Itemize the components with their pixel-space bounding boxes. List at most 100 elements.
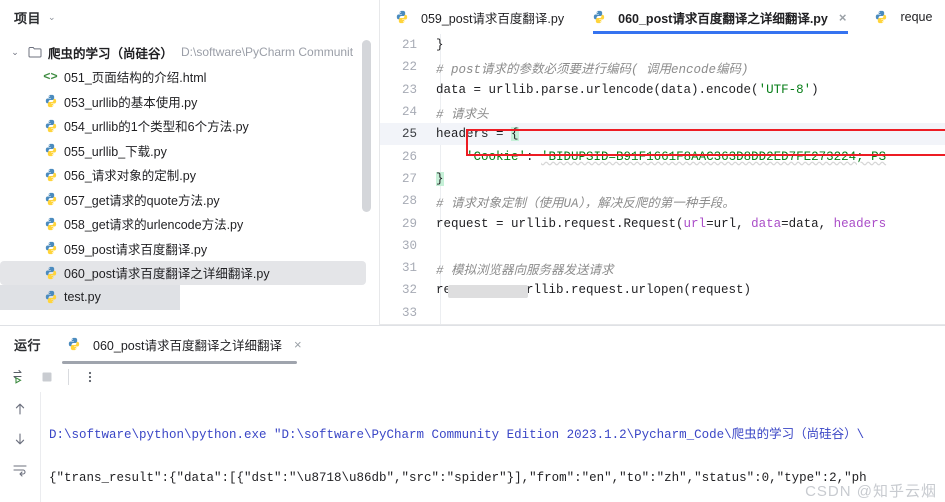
code-line: 28 # 请求对象定制（使用UA），解决反爬的第一种手段。	[380, 190, 945, 212]
scroll-up-button[interactable]	[9, 398, 31, 420]
tree-item-label: 054_urllib的1个类型和6个方法.py	[64, 120, 249, 135]
run-tool-window-header: 运行 060_post请求百度翻译之详细翻译 ×	[0, 326, 945, 364]
code-line: 21 }	[380, 34, 945, 56]
code-token: 'BIDUPSID=B91F1661F8AAC363D8DD2ED7FE2732…	[541, 149, 887, 164]
line-number: 28	[401, 194, 417, 209]
python-file-icon	[590, 9, 607, 25]
console-line: D:\software\python\python.exe "D:\softwa…	[49, 423, 945, 443]
code-text: # 模拟浏览器向服务器发送请求	[428, 259, 614, 278]
tree-row-file-059[interactable]: 059_post请求百度翻译.py	[0, 236, 380, 261]
line-number: 23	[401, 82, 417, 97]
code-token: data	[751, 216, 782, 231]
tree-row-file-060[interactable]: 060_post请求百度翻译之详细翻译.py	[0, 260, 366, 285]
tree-row-file-057[interactable]: 057_get请求的quote方法.py	[0, 187, 380, 212]
code-text: # post请求的参数必须要进行编码( 调用encode编码)	[428, 58, 749, 77]
sidebar-scrollbar[interactable]	[362, 40, 371, 212]
console-text: 爬虫的学习（尚硅谷）\	[731, 428, 865, 442]
pycharm-window: 项目 ⌄ ⌄ 爬虫的学习（尚硅谷） D:\software\PyCharm Co…	[0, 0, 945, 502]
code-text: }	[428, 171, 444, 186]
code-token: request = urllib.request.Request(	[436, 216, 684, 231]
tree-item-label: 055_urllib_下载.py	[64, 144, 167, 159]
code-text: data = urllib.parse.urlencode(data).enco…	[428, 83, 819, 97]
code-line: 24 # 请求头	[380, 101, 945, 123]
console-output[interactable]: D:\software\python\python.exe "D:\softwa…	[41, 392, 945, 502]
tree-row-file-058[interactable]: 058_get请求的urlencode方法.py	[0, 212, 380, 237]
tree-item-label: test.py	[64, 290, 101, 305]
tree-row-file-test[interactable]: test.py	[0, 285, 180, 310]
tree-row-file-051[interactable]: <> 051_页面结构的介绍.html	[0, 65, 380, 90]
code-editor[interactable]: 21 } 22 # post请求的参数必须要进行编码( 调用encode编码) …	[380, 34, 945, 325]
code-token: # 请求对象定制（使用UA），解决反爬的第一种手段。	[436, 196, 735, 211]
code-line: 27 }	[380, 168, 945, 190]
code-token: =data,	[781, 216, 834, 231]
tree-row-file-056[interactable]: 056_请求对象的定制.py	[0, 163, 380, 188]
code-line: 30	[380, 235, 945, 257]
code-line: 23 data = urllib.parse.urlencode(data).e…	[380, 79, 945, 101]
tree-item-label: 057_get请求的quote方法.py	[64, 193, 220, 208]
toolbar-separator	[68, 369, 69, 385]
code-line: 31 # 模拟浏览器向服务器发送请求	[380, 257, 945, 279]
project-sidebar: 项目 ⌄ ⌄ 爬虫的学习（尚硅谷） D:\software\PyCharm Co…	[0, 0, 380, 325]
close-icon[interactable]: ×	[294, 337, 302, 352]
code-text: # 请求对象定制（使用UA），解决反爬的第一种手段。	[428, 192, 735, 211]
line-number: 33	[401, 305, 417, 320]
code-text: 'Cookie': 'BIDUPSID=B91F1661F8AAC363D8DD…	[428, 150, 886, 164]
code-line: 26 'Cookie': 'BIDUPSID=B91F1661F8AAC363D…	[380, 145, 945, 167]
tree-row-project-root[interactable]: ⌄ 爬虫的学习（尚硅谷） D:\software\PyCharm Communi…	[0, 40, 380, 65]
run-panel-title: 运行	[14, 337, 42, 353]
python-file-icon	[42, 118, 59, 134]
code-token: data = urllib.parse.urlencode(data).enco…	[436, 82, 759, 97]
editor-tab-060[interactable]: 060_post请求百度翻译之详细翻译.py ×	[577, 0, 859, 34]
tree-root-label: 爬虫的学习（尚硅谷）	[48, 46, 174, 61]
scroll-down-button[interactable]	[9, 428, 31, 450]
line-number: 22	[401, 60, 417, 75]
editor-tab-requests[interactable]: reque	[859, 0, 945, 34]
code-text: # 请求头	[428, 103, 489, 122]
python-file-icon	[42, 167, 59, 183]
tree-item-label: 056_请求对象的定制.py	[64, 169, 196, 184]
tree-item-label: 059_post请求百度翻译.py	[64, 242, 208, 257]
code-line: 29 request = urllib.request.Request(url=…	[380, 212, 945, 234]
line-number: 32	[401, 283, 417, 298]
more-options-button[interactable]	[77, 365, 103, 389]
project-tool-window-header[interactable]: 项目 ⌄	[0, 0, 380, 34]
close-icon[interactable]: ×	[839, 10, 847, 25]
run-tab-060[interactable]: 060_post请求百度翻译之详细翻译 ×	[59, 326, 308, 362]
code-token: }	[436, 171, 444, 186]
tree-row-file-054[interactable]: 054_urllib的1个类型和6个方法.py	[0, 114, 380, 139]
stop-button[interactable]	[34, 365, 60, 389]
tree-item-label: 060_post请求百度翻译之详细翻译.py	[64, 267, 270, 282]
tree-row-file-055[interactable]: 055_urllib_下载.py	[0, 138, 380, 163]
line-number: 24	[401, 105, 417, 120]
line-number: 21	[401, 38, 417, 53]
rerun-button[interactable]	[6, 365, 32, 389]
code-token: url	[683, 216, 707, 231]
code-token: }	[436, 38, 444, 53]
code-token: 'Cookie'	[466, 149, 527, 164]
editor-area: 059_post请求百度翻译.py 060_post请求百度翻译之详细翻译.py…	[380, 0, 945, 325]
code-line-current: 25 headers = {	[380, 123, 945, 146]
project-panel-title: 项目	[14, 10, 42, 26]
editor-tab-label: 059_post请求百度翻译.py	[421, 11, 565, 26]
python-file-icon	[872, 9, 889, 25]
top-area: 项目 ⌄ ⌄ 爬虫的学习（尚硅谷） D:\software\PyCharm Co…	[0, 0, 945, 325]
code-line: 33	[380, 302, 945, 324]
code-text: request = urllib.request.Request(url=url…	[428, 217, 886, 231]
python-file-icon	[42, 191, 59, 207]
project-tree: ⌄ 爬虫的学习（尚硅谷） D:\software\PyCharm Communi…	[0, 34, 380, 310]
run-toolbar	[0, 362, 945, 392]
line-number: 26	[401, 149, 417, 164]
console-area: D:\software\python\python.exe "D:\softwa…	[0, 392, 945, 502]
chevron-down-icon[interactable]: ⌄	[48, 12, 56, 22]
console-gutter	[0, 392, 41, 502]
soft-wrap-button[interactable]	[9, 458, 31, 480]
tree-item-label: 053_urllib的基本使用.py	[64, 95, 198, 110]
tree-root-path: D:\software\PyCharm Communit	[181, 45, 354, 60]
run-tab-label: 060_post请求百度翻译之详细翻译	[93, 338, 282, 353]
editor-tab-059[interactable]: 059_post请求百度翻译.py	[380, 0, 577, 34]
code-text: headers = {	[428, 127, 519, 142]
tree-row-file-053[interactable]: 053_urllib的基本使用.py	[0, 89, 380, 114]
code-token: 'UTF-8'	[758, 82, 812, 97]
chevron-down-icon[interactable]: ⌄	[8, 47, 22, 58]
folder-icon	[26, 44, 43, 60]
